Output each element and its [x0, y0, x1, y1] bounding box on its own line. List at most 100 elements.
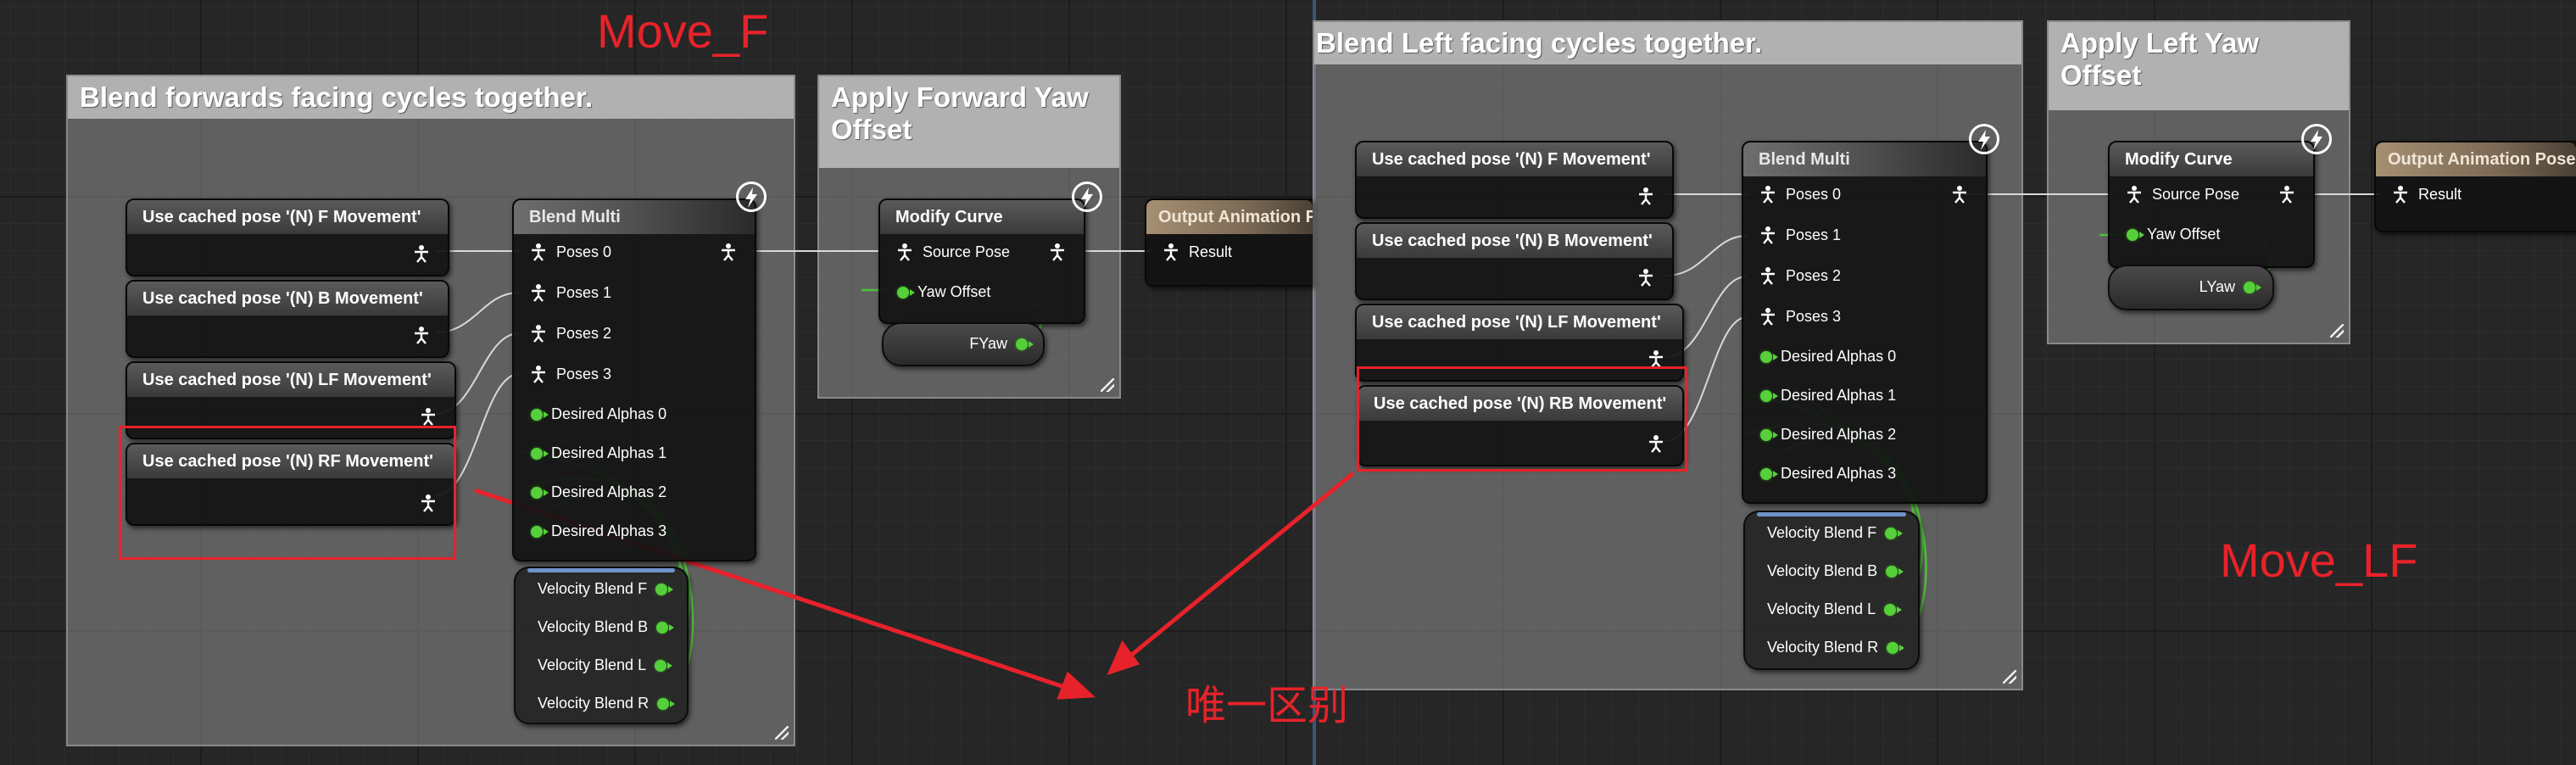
float-pin-icon: [1760, 350, 1778, 363]
graph-label-move-lf: Move_LF: [2220, 533, 2418, 587]
variable-node-lyaw[interactable]: LYaw: [2108, 265, 2274, 310]
pin-velocity-blend-l[interactable]: Velocity Blend L: [538, 656, 673, 674]
pin-label: Poses 0: [556, 243, 612, 260]
cached-pose-node-b[interactable]: Use cached pose '(N) B Movement': [125, 280, 449, 358]
pin-poses-0[interactable]: Poses 0: [529, 243, 611, 261]
node-title: Modify Curve: [880, 200, 1084, 234]
pin-poses-1[interactable]: Poses 1: [1759, 226, 1841, 244]
node-accent: [1757, 512, 1906, 517]
pin-velocity-blend-r[interactable]: Velocity Blend R: [538, 695, 676, 712]
node-title: Blend Multi: [514, 200, 755, 234]
pin-desired-alphas-1[interactable]: Desired Alphas 1: [1760, 387, 1896, 405]
variable-pin[interactable]: LYaw: [2199, 278, 2261, 296]
pin-desired-alphas-2[interactable]: Desired Alphas 2: [531, 483, 666, 501]
pose-output-icon[interactable]: [1950, 185, 1969, 204]
node-title: Blend Multi: [1743, 142, 1986, 176]
pin-poses-0[interactable]: Poses 0: [1759, 185, 1841, 204]
float-pin-icon: [531, 486, 549, 499]
pin-velocity-blend-l[interactable]: Velocity Blend L: [1767, 600, 1903, 618]
pin-yaw-offset[interactable]: Yaw Offset: [897, 283, 990, 301]
velocity-blend-node[interactable]: Velocity Blend F Velocity Blend B Veloci…: [514, 567, 689, 724]
pose-output-icon[interactable]: [2278, 185, 2296, 204]
lightning-bolt-icon: [1969, 124, 1999, 154]
pose-input-icon: [2394, 186, 2407, 204]
pin-label: Poses 3: [556, 365, 612, 382]
pin-desired-alphas-3[interactable]: Desired Alphas 3: [1760, 465, 1896, 483]
pin-desired-alphas-2[interactable]: Desired Alphas 2: [1760, 426, 1896, 444]
node-title: Use cached pose '(N) F Movement': [1357, 142, 1672, 176]
graph-label-move-f: Move_F: [597, 4, 769, 58]
node-title: Use cached pose '(N) LF Movement': [127, 363, 454, 397]
pin-result[interactable]: Result: [2391, 185, 2462, 204]
pin-velocity-blend-f[interactable]: Velocity Blend F: [1767, 524, 1904, 542]
pose-input-icon: [532, 243, 545, 261]
pin-source-pose[interactable]: Source Pose: [895, 243, 1010, 261]
pose-output-icon[interactable]: [419, 407, 438, 426]
pin-desired-alphas-3[interactable]: Desired Alphas 3: [531, 522, 666, 540]
float-pin-icon: [655, 659, 673, 672]
pin-label: Velocity Blend L: [1767, 600, 1876, 617]
float-pin-icon: [1016, 338, 1034, 350]
pin-label: Yaw Offset: [917, 283, 991, 300]
pose-output-icon[interactable]: [719, 243, 738, 261]
float-pin-icon: [531, 408, 549, 421]
pin-poses-2[interactable]: Poses 2: [529, 324, 611, 343]
pin-poses-3[interactable]: Poses 3: [1759, 307, 1841, 326]
pin-label: Desired Alphas 0: [1781, 348, 1897, 365]
pin-velocity-blend-b[interactable]: Velocity Blend B: [538, 618, 675, 636]
pose-input-icon: [1761, 226, 1775, 244]
output-pose-node[interactable]: Output Animation Pose Result: [2374, 141, 2576, 232]
pin-label: Poses 1: [1786, 226, 1842, 243]
pin-label: Velocity Blend R: [1767, 639, 1879, 656]
float-pin-icon: [656, 621, 675, 634]
node-title: Modify Curve: [2110, 142, 2313, 176]
pin-source-pose[interactable]: Source Pose: [2125, 185, 2239, 204]
pose-input-icon: [1164, 243, 1178, 261]
pin-yaw-offset[interactable]: Yaw Offset: [2127, 226, 2220, 243]
variable-pin[interactable]: FYaw: [969, 335, 1034, 353]
pin-desired-alphas-1[interactable]: Desired Alphas 1: [531, 444, 666, 462]
pin-velocity-blend-f[interactable]: Velocity Blend F: [538, 580, 674, 598]
pose-output-icon[interactable]: [1048, 243, 1067, 261]
node-title: Use cached pose '(N) B Movement': [1357, 224, 1672, 258]
pose-output-icon[interactable]: [412, 244, 431, 263]
node-title: Use cached pose '(N) LF Movement': [1357, 305, 1682, 339]
blend-multi-node[interactable]: Blend Multi Poses 0 Poses 1 Poses 2 Pose…: [512, 181, 767, 561]
node-title: Use cached pose '(N) F Movement': [127, 200, 448, 234]
pin-label: Result: [2418, 185, 2462, 203]
pose-output-icon[interactable]: [412, 326, 431, 344]
pin-poses-2[interactable]: Poses 2: [1759, 266, 1841, 285]
pin-poses-1[interactable]: Poses 1: [529, 283, 611, 302]
cached-pose-node-b[interactable]: Use cached pose '(N) B Movement': [1355, 222, 1674, 300]
pin-desired-alphas-0[interactable]: Desired Alphas 0: [531, 405, 666, 423]
pin-label: Result: [1189, 243, 1233, 260]
pose-output-icon[interactable]: [1636, 268, 1655, 287]
pin-label: Poses 2: [556, 324, 612, 342]
float-pin-icon: [1885, 527, 1904, 539]
pose-output-icon[interactable]: [1647, 349, 1665, 368]
variable-label: LYaw: [2199, 278, 2235, 295]
cached-pose-node-f[interactable]: Use cached pose '(N) F Movement': [125, 198, 449, 276]
modify-curve-node[interactable]: Modify Curve Source Pose Yaw Offset: [878, 181, 1102, 324]
pin-label: Desired Alphas 2: [1781, 426, 1897, 443]
modify-curve-node[interactable]: Modify Curve Source Pose Yaw Offset: [2108, 124, 2332, 268]
pin-velocity-blend-b[interactable]: Velocity Blend B: [1767, 562, 1904, 580]
float-pin-icon: [1886, 565, 1904, 578]
highlight-box-rb: [1357, 366, 1687, 472]
pose-input-icon: [532, 284, 545, 302]
pin-desired-alphas-0[interactable]: Desired Alphas 0: [1760, 348, 1896, 366]
variable-node-fyaw[interactable]: FYaw: [882, 322, 1045, 366]
node-title: Output Animation Pose: [1146, 200, 1313, 234]
pin-velocity-blend-r[interactable]: Velocity Blend R: [1767, 639, 1905, 656]
velocity-blend-node[interactable]: Velocity Blend F Velocity Blend B Veloci…: [1743, 511, 1920, 670]
pin-label: Velocity Blend L: [538, 656, 647, 673]
blend-multi-node[interactable]: Blend Multi Poses 0 Poses 1 Poses 2 Pose…: [1742, 124, 1999, 504]
pin-label: Desired Alphas 0: [551, 405, 667, 422]
cached-pose-node-f[interactable]: Use cached pose '(N) F Movement': [1355, 141, 1674, 219]
pose-input-icon: [1761, 267, 1775, 285]
pose-output-icon[interactable]: [1636, 187, 1655, 205]
float-pin-icon: [897, 286, 915, 299]
pin-poses-3[interactable]: Poses 3: [529, 365, 611, 383]
pin-result[interactable]: Result: [1162, 243, 1232, 261]
output-pose-node[interactable]: Output Animation Pose Result: [1145, 198, 1313, 287]
